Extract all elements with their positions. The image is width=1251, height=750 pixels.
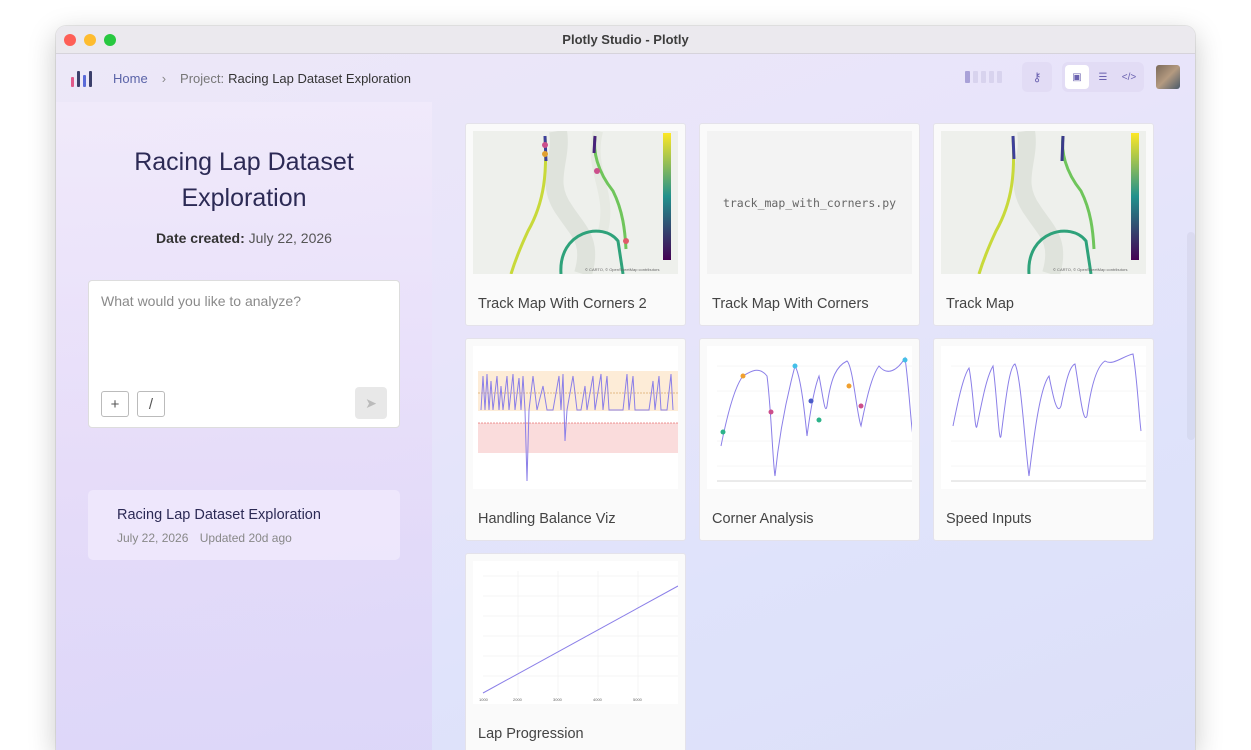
code-preview: track_map_with_corners.py — [707, 131, 912, 274]
scrollbar[interactable] — [1187, 232, 1195, 440]
chart-thumbnail: Distance (km) — [473, 346, 678, 489]
card-label: Handling Balance Viz — [478, 511, 616, 527]
chart-thumbnail: Distance (m) — [707, 346, 912, 489]
chart-thumbnail: 1000 2000 3000 4000 5000 Sample Index — [473, 561, 678, 704]
recent-project-updated: Updated 20d ago — [199, 531, 292, 545]
code-view-icon[interactable]: </> — [1117, 65, 1141, 89]
recent-project-date: July 22, 2026 — [117, 531, 189, 545]
chart-thumbnail: Distance (km) — [941, 346, 1146, 489]
card-label: Corner Analysis — [712, 511, 814, 527]
chart-card[interactable]: © CARTO, © OpenStreetMap contributors Tr… — [933, 123, 1154, 326]
svg-text:5000: 5000 — [633, 697, 643, 702]
title-bar: Plotly Studio - Plotly — [56, 26, 1195, 54]
close-window-button[interactable] — [64, 34, 76, 46]
date-created-value: July 22, 2026 — [248, 230, 332, 246]
card-label: Track Map With Corners 2 — [478, 296, 647, 312]
svg-text:4000: 4000 — [593, 697, 603, 702]
project-sidebar: Racing Lap Dataset Exploration Date crea… — [56, 102, 432, 750]
breadcrumb-project-prefix: Project: — [180, 70, 225, 86]
add-button[interactable]: + — [101, 391, 129, 417]
svg-text:1000: 1000 — [479, 697, 489, 702]
recent-project-meta: July 22, 2026 Updated 20d ago — [117, 531, 300, 545]
chart-card[interactable]: © CARTO, © OpenStreetMap contributors Tr… — [465, 123, 686, 326]
svg-text:3000: 3000 — [553, 697, 563, 702]
card-label: Track Map With Corners — [712, 296, 869, 312]
send-icon[interactable]: ➤ — [355, 387, 387, 419]
prompt-placeholder[interactable]: What would you like to analyze? — [101, 293, 301, 309]
app-header: Home › Project: Racing Lap Dataset Explo… — [56, 54, 1195, 102]
chart-card[interactable]: Distance (km) Speed Inputs — [933, 338, 1154, 541]
svg-text:© CARTO, © OpenStreetMap contr: © CARTO, © OpenStreetMap contributors — [585, 267, 659, 272]
card-label: Lap Progression — [478, 726, 584, 742]
svg-text:2000: 2000 — [513, 697, 523, 702]
user-avatar[interactable] — [1156, 65, 1180, 89]
svg-text:© CARTO, © OpenStreetMap contr: © CARTO, © OpenStreetMap contributors — [1053, 267, 1127, 272]
maximize-window-button[interactable] — [104, 34, 116, 46]
window-title: Plotly Studio - Plotly — [562, 32, 689, 47]
chart-card[interactable]: Distance (km) Handling Balance Viz — [465, 338, 686, 541]
window-controls — [64, 34, 116, 46]
recent-project-title: Racing Lap Dataset Exploration — [117, 507, 321, 523]
minimize-window-button[interactable] — [84, 34, 96, 46]
progress-indicator — [965, 71, 1002, 83]
analysis-prompt-box[interactable]: What would you like to analyze? + / ➤ — [88, 280, 400, 428]
card-label: Track Map — [946, 296, 1014, 312]
app-window: Plotly Studio - Plotly Home › Project: R… — [56, 26, 1195, 750]
card-label: Speed Inputs — [946, 511, 1032, 527]
recent-project-item[interactable]: Racing Lap Dataset Exploration July 22, … — [88, 490, 400, 560]
date-created: Date created: July 22, 2026 — [96, 230, 392, 246]
chevron-right-icon: › — [161, 70, 167, 86]
chart-thumbnail: © CARTO, © OpenStreetMap contributors — [941, 131, 1146, 274]
slash-command-button[interactable]: / — [137, 391, 165, 417]
chart-card[interactable]: 1000 2000 3000 4000 5000 Sample Index La… — [465, 553, 686, 750]
date-created-label: Date created: — [156, 230, 245, 246]
chart-card[interactable]: Distance (m) Corner Analysis — [699, 338, 920, 541]
image-view-icon[interactable]: ▣ — [1065, 65, 1089, 89]
breadcrumb-project-name: Racing Lap Dataset Exploration — [228, 70, 411, 86]
key-icon-button[interactable]: ⚷ — [1022, 62, 1052, 92]
chart-card[interactable]: track_map_with_corners.py Track Map With… — [699, 123, 920, 326]
project-title: Racing Lap Dataset Exploration — [134, 148, 354, 212]
chart-thumbnail: © CARTO, © OpenStreetMap contributors — [473, 131, 678, 274]
plotly-logo-icon[interactable] — [71, 69, 93, 87]
data-view-icon[interactable]: ☰ — [1091, 65, 1115, 89]
header-tools: ⚷ ▣ ☰ </> — [965, 62, 1180, 92]
breadcrumb-home[interactable]: Home — [113, 71, 148, 86]
view-switcher: ▣ ☰ </> — [1062, 62, 1144, 92]
